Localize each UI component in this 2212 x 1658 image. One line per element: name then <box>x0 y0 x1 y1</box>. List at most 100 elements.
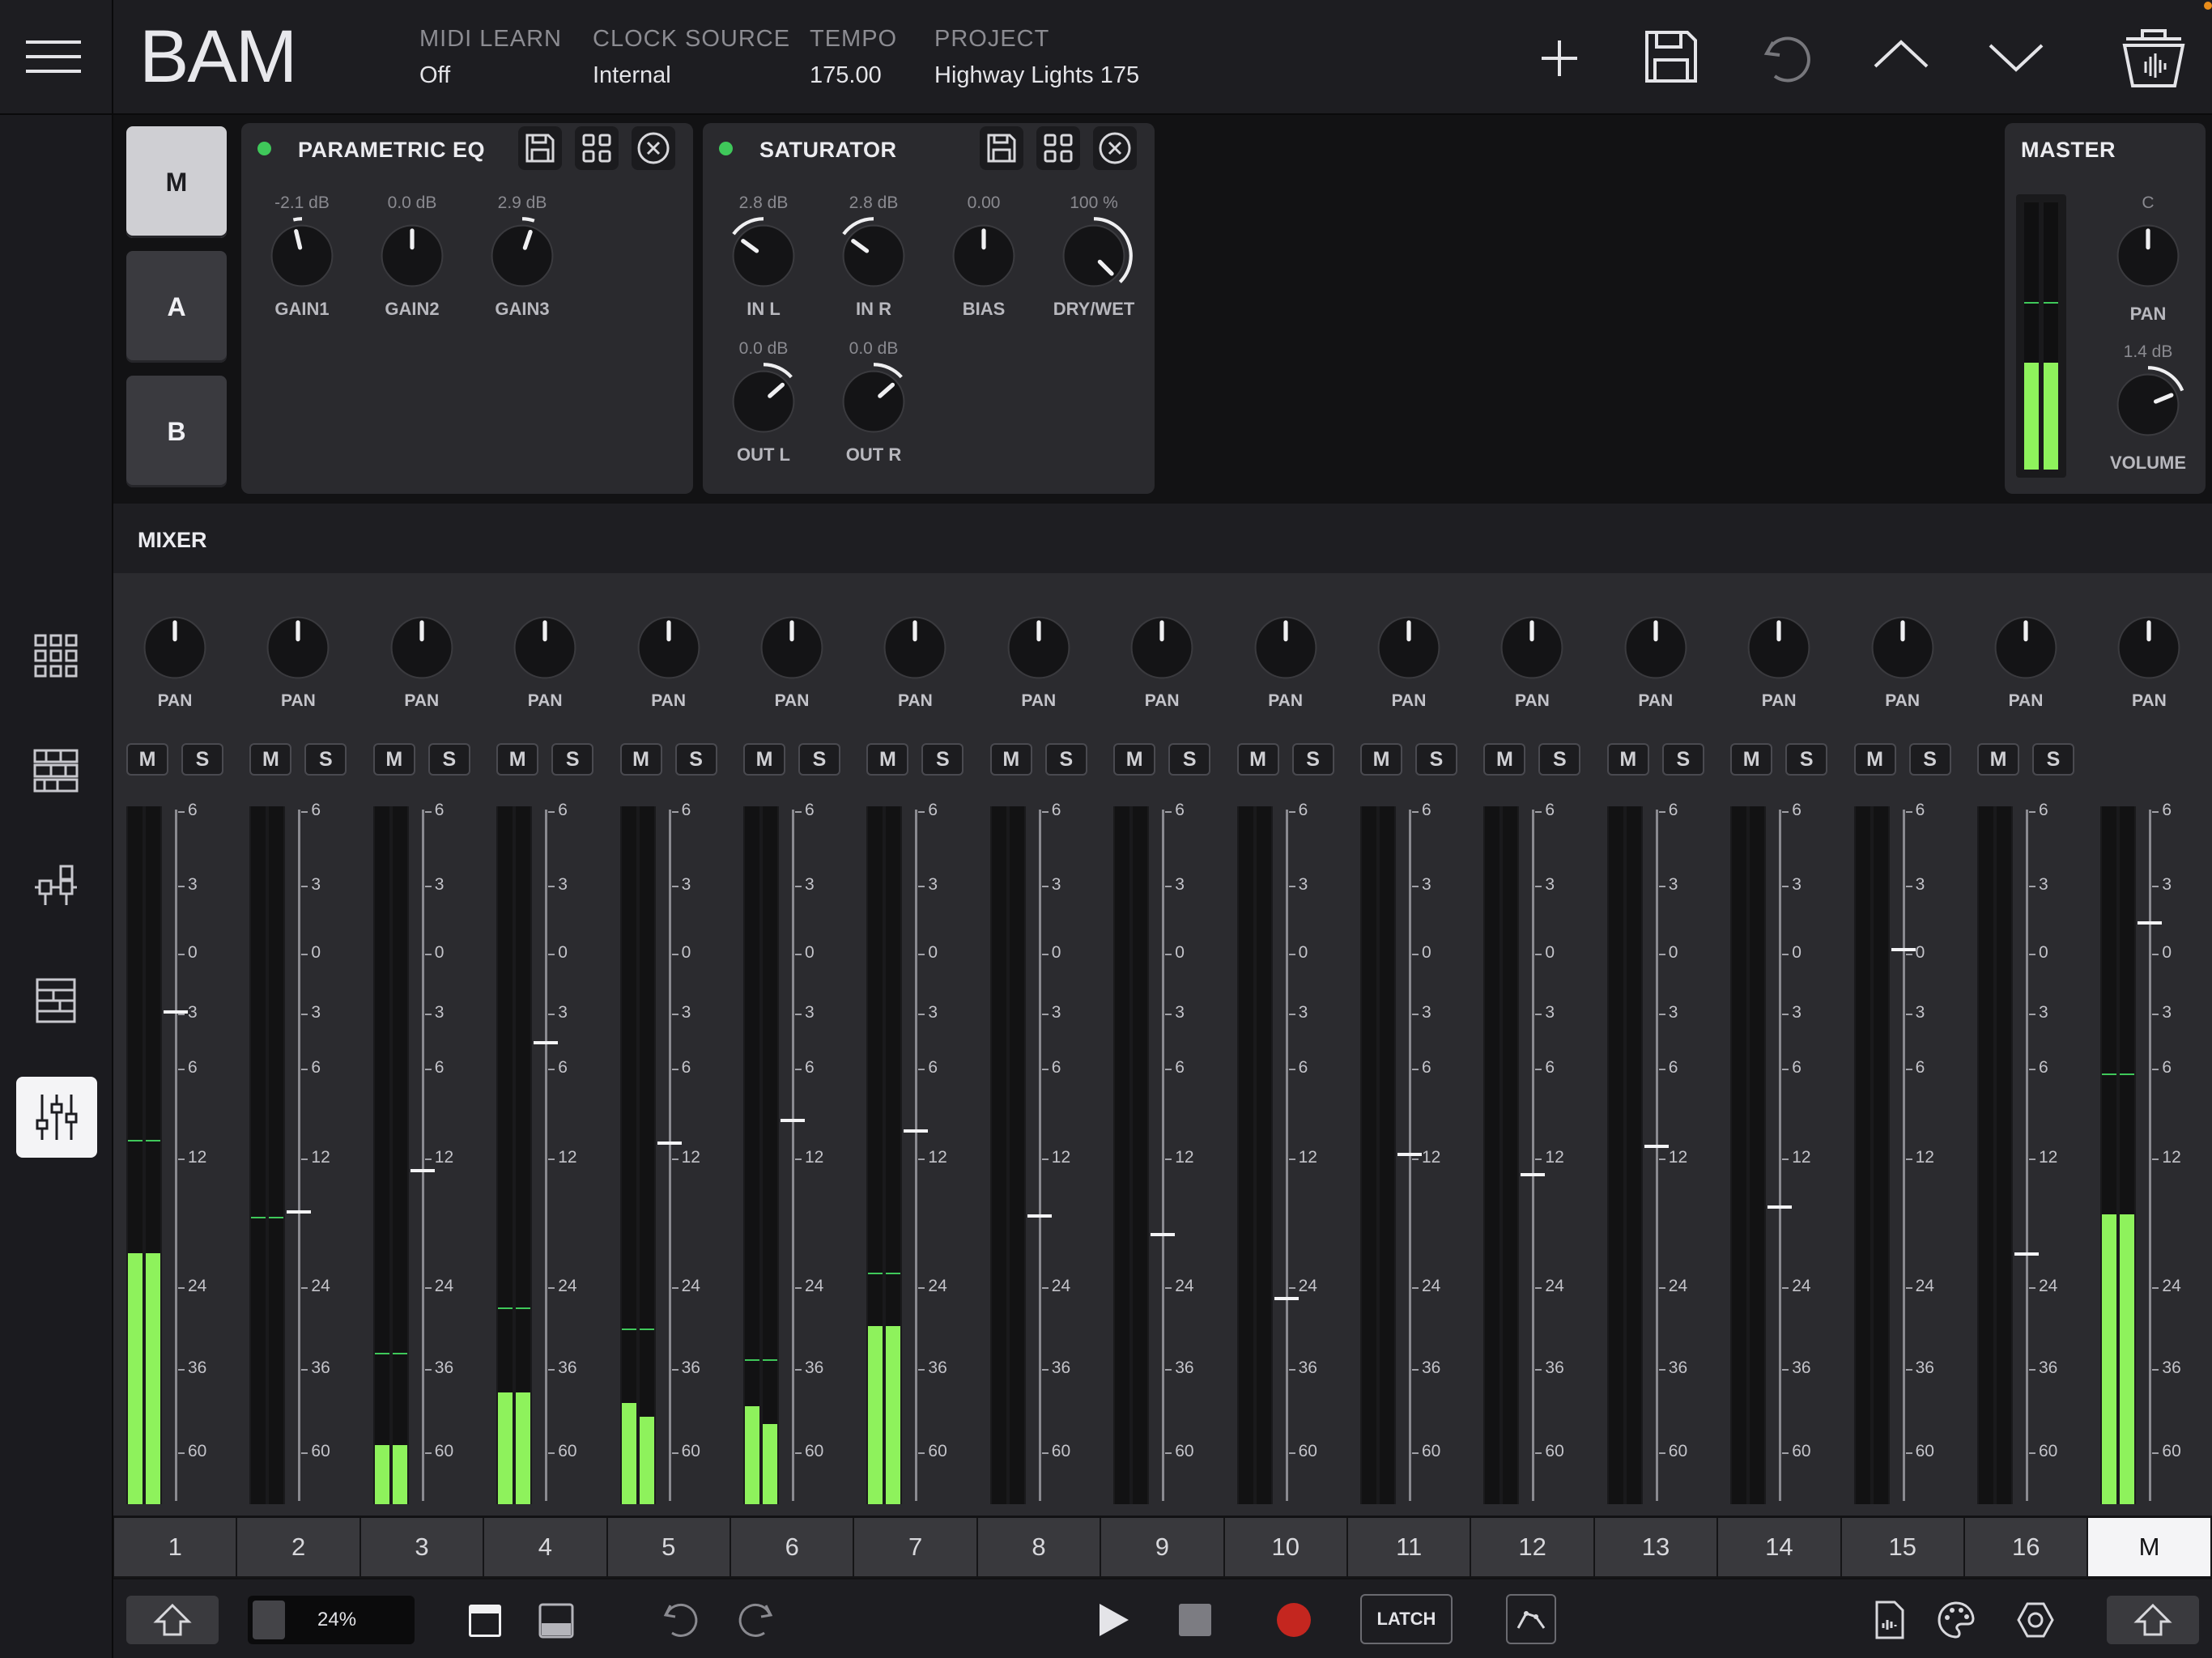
saturator-remove-button[interactable] <box>1093 126 1137 170</box>
channel-fader-track[interactable] <box>1038 810 1041 1501</box>
saturator-enabled-led[interactable] <box>719 142 733 155</box>
channel-fader-track[interactable] <box>1655 810 1658 1501</box>
channel-fader-handle[interactable] <box>781 1118 805 1122</box>
settings-button[interactable] <box>2011 1596 2060 1644</box>
channel-fader-track[interactable] <box>298 810 301 1501</box>
save-project-button[interactable] <box>1640 26 1702 87</box>
add-button[interactable] <box>1530 29 1589 87</box>
channel-mute-button[interactable]: M <box>1730 743 1773 776</box>
channel-select-2[interactable]: 2 <box>237 1518 359 1576</box>
zoom-control[interactable]: 24% <box>248 1596 415 1644</box>
channel-fader-handle[interactable] <box>1644 1145 1669 1149</box>
channel-fader-track[interactable] <box>792 810 794 1501</box>
play-button[interactable] <box>1088 1596 1137 1644</box>
channel-fader-handle[interactable] <box>1027 1214 1052 1218</box>
channel-fader-track[interactable] <box>1285 810 1288 1501</box>
saturator-save-preset-button[interactable] <box>980 126 1023 170</box>
automation-button[interactable] <box>1506 1594 1556 1644</box>
channel-solo-button[interactable]: S <box>428 743 470 776</box>
channel-fader-handle[interactable] <box>534 1041 559 1045</box>
midi-learn-control[interactable]: MIDI LEARN Off <box>419 26 562 89</box>
sidebar-item-routing[interactable] <box>0 845 112 926</box>
channel-mute-button[interactable]: M <box>126 743 168 776</box>
channel-select-6[interactable]: 6 <box>731 1518 853 1576</box>
channel-fader-track[interactable] <box>175 810 177 1501</box>
channel-fader-track[interactable] <box>668 810 671 1501</box>
channel-solo-button[interactable]: S <box>1908 743 1951 776</box>
channel-pan-knob[interactable] <box>990 606 1087 690</box>
channel-pan-knob[interactable] <box>496 606 593 690</box>
sidebar-item-list[interactable] <box>0 960 112 1041</box>
channel-mute-button[interactable]: M <box>1113 743 1156 776</box>
clock-source-control[interactable]: CLOCK SOURCE Internal <box>593 26 790 89</box>
channel-select-10[interactable]: 10 <box>1224 1518 1346 1576</box>
channel-pan-knob[interactable] <box>1237 606 1334 690</box>
channel-fader-track[interactable] <box>1162 810 1165 1501</box>
channel-solo-button[interactable]: S <box>1538 743 1581 776</box>
channel-fader-track[interactable] <box>915 810 918 1501</box>
channel-solo-button[interactable]: S <box>1785 743 1828 776</box>
eq-presets-button[interactable] <box>575 126 619 170</box>
channel-pan-knob[interactable] <box>620 606 717 690</box>
channel-solo-button[interactable]: S <box>921 743 964 776</box>
channel-pan-knob[interactable] <box>373 606 470 690</box>
channel-solo-button[interactable]: S <box>1415 743 1457 776</box>
channel-fader-handle[interactable] <box>1397 1153 1422 1157</box>
channel-mute-button[interactable]: M <box>866 743 909 776</box>
channel-mute-button[interactable]: M <box>249 743 292 776</box>
channel-mute-button[interactable]: M <box>1236 743 1279 776</box>
channel-select-16[interactable]: 16 <box>1965 1518 2087 1576</box>
eq-save-preset-button[interactable] <box>518 126 562 170</box>
channel-solo-button[interactable]: S <box>2032 743 2074 776</box>
channel-fader-track[interactable] <box>1779 810 1782 1501</box>
saturator-presets-button[interactable] <box>1036 126 1080 170</box>
channel-mute-button[interactable]: M <box>1483 743 1526 776</box>
channel-mute-button[interactable]: M <box>1606 743 1649 776</box>
channel-mute-button[interactable]: M <box>1853 743 1896 776</box>
channel-mute-button[interactable]: M <box>372 743 415 776</box>
undo-button[interactable] <box>657 1596 706 1644</box>
undo-top-button[interactable] <box>1757 28 1819 89</box>
channel-pan-knob[interactable] <box>1730 606 1827 690</box>
saturator-knob-bias[interactable]: 0.00 BIAS <box>939 193 1028 321</box>
channel-pan-knob[interactable] <box>1607 606 1704 690</box>
channel-select-3[interactable]: 3 <box>360 1518 483 1576</box>
channel-pan-knob[interactable] <box>1483 606 1580 690</box>
sidebar-item-sequencer[interactable] <box>0 730 112 811</box>
channel-pan-knob[interactable] <box>249 606 347 690</box>
channel-fader-handle[interactable] <box>164 1010 188 1014</box>
project-control[interactable]: PROJECT Highway Lights 175 <box>934 26 1139 89</box>
channel-mute-button[interactable]: M <box>1977 743 2019 776</box>
channel-fader-track[interactable] <box>2149 810 2152 1501</box>
channel-select-1[interactable]: 1 <box>114 1518 236 1576</box>
channel-fader-track[interactable] <box>1902 810 1905 1501</box>
channel-solo-button[interactable]: S <box>181 743 223 776</box>
sidebar-item-grid[interactable] <box>0 615 112 696</box>
export-button[interactable] <box>1865 1596 1914 1644</box>
channel-select-5[interactable]: 5 <box>607 1518 730 1576</box>
channel-select-m[interactable]: M <box>2088 1518 2210 1576</box>
channel-fader-handle[interactable] <box>1151 1232 1176 1236</box>
latch-button[interactable]: LATCH <box>1360 1594 1453 1644</box>
eq-enabled-led[interactable] <box>257 142 271 155</box>
stop-button[interactable] <box>1171 1596 1219 1644</box>
channel-select-8[interactable]: 8 <box>977 1518 1100 1576</box>
menu-button[interactable] <box>24 36 83 78</box>
channel-fader-track[interactable] <box>2026 810 2028 1501</box>
channel-solo-button[interactable]: S <box>551 743 594 776</box>
channel-fader-track[interactable] <box>1532 810 1535 1501</box>
channel-mute-button[interactable]: M <box>1360 743 1402 776</box>
sidebar-item-mixer[interactable] <box>16 1077 97 1158</box>
channel-solo-button[interactable]: S <box>304 743 347 776</box>
channel-pan-knob[interactable] <box>1113 606 1210 690</box>
channel-mute-button[interactable]: M <box>496 743 539 776</box>
channel-fader-track[interactable] <box>545 810 548 1501</box>
slot-b-button[interactable]: B <box>126 376 227 487</box>
channel-fader-handle[interactable] <box>2014 1252 2039 1256</box>
channel-fader-handle[interactable] <box>287 1210 312 1214</box>
channel-pan-knob[interactable] <box>1854 606 1951 690</box>
channel-fader-handle[interactable] <box>2138 921 2163 925</box>
channel-mute-button[interactable]: M <box>989 743 1032 776</box>
channel-select-15[interactable]: 15 <box>1841 1518 1963 1576</box>
eq-knob-gain3[interactable]: 2.9 dB GAIN3 <box>478 193 567 321</box>
